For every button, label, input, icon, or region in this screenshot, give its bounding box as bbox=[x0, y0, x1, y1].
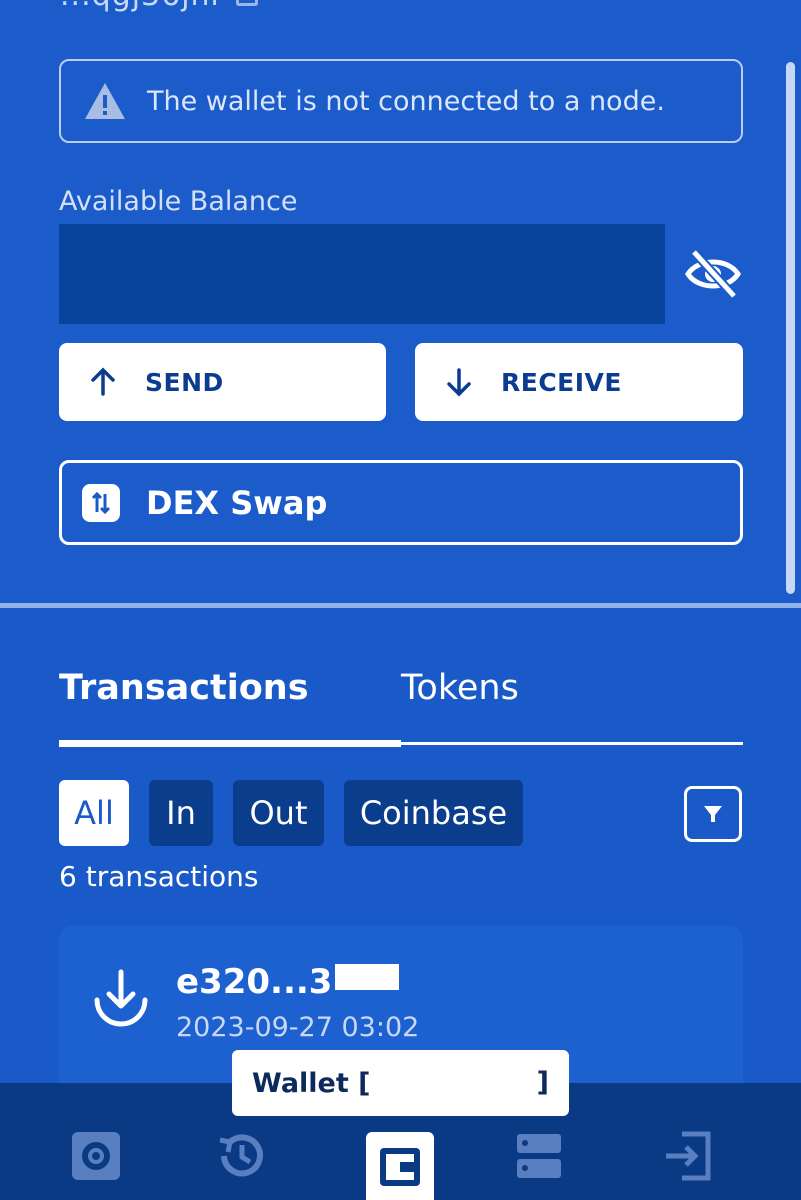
scrollbar[interactable] bbox=[786, 62, 795, 594]
filter-button[interactable] bbox=[684, 786, 742, 842]
logout-icon[interactable] bbox=[662, 1130, 714, 1182]
arrow-up-icon bbox=[91, 367, 115, 396]
history-icon[interactable] bbox=[216, 1130, 268, 1182]
tab-active-indicator bbox=[59, 740, 401, 747]
nav-wallet[interactable] bbox=[366, 1132, 434, 1200]
send-button[interactable]: SEND bbox=[59, 343, 386, 421]
transaction-hash: e320...3 bbox=[176, 962, 333, 1002]
filter-out[interactable]: Out bbox=[233, 780, 324, 846]
filter-in[interactable]: In bbox=[149, 780, 213, 846]
wallet-tooltip: Wallet [ ] bbox=[232, 1050, 569, 1116]
settings-icon[interactable] bbox=[70, 1130, 122, 1182]
warning-icon bbox=[85, 83, 125, 119]
balance-label: Available Balance bbox=[59, 186, 298, 217]
tooltip-end: ] bbox=[536, 1067, 549, 1098]
copy-icon[interactable] bbox=[236, 0, 258, 6]
dex-swap-label: DEX Swap bbox=[146, 483, 328, 522]
filter-coinbase[interactable]: Coinbase bbox=[344, 780, 523, 846]
divider bbox=[0, 603, 801, 608]
balance-value bbox=[59, 224, 665, 324]
servers-icon[interactable] bbox=[513, 1130, 565, 1182]
redaction bbox=[375, 1064, 535, 1102]
transaction-date: 2023-09-27 03:02 bbox=[176, 1012, 420, 1043]
eye-off-icon[interactable] bbox=[684, 248, 742, 300]
transaction-count: 6 transactions bbox=[59, 860, 259, 893]
tab-transactions[interactable]: Transactions bbox=[59, 668, 309, 708]
redaction bbox=[335, 964, 399, 990]
tooltip-text: Wallet [ bbox=[252, 1067, 371, 1099]
filter-all[interactable]: All bbox=[59, 780, 129, 846]
receive-button[interactable]: RECEIVE bbox=[415, 343, 743, 421]
swap-icon bbox=[82, 483, 120, 522]
filter-icon bbox=[704, 806, 722, 822]
node-alert: The wallet is not connected to a node. bbox=[59, 59, 743, 143]
tab-tokens[interactable]: Tokens bbox=[401, 668, 519, 708]
wallet-icon bbox=[380, 1148, 420, 1186]
dex-swap-button[interactable]: DEX Swap bbox=[59, 460, 743, 545]
arrow-down-icon bbox=[447, 368, 471, 397]
wallet-panel: ...qgj36jhr The wallet is not connected … bbox=[0, 0, 801, 605]
alert-text: The wallet is not connected to a node. bbox=[147, 85, 665, 117]
send-label: SEND bbox=[145, 367, 224, 397]
incoming-icon bbox=[94, 969, 148, 1027]
receive-label: RECEIVE bbox=[501, 367, 622, 397]
tab-bar: Transactions Tokens bbox=[59, 668, 743, 748]
wallet-address: ...qgj36jhr bbox=[60, 0, 224, 13]
